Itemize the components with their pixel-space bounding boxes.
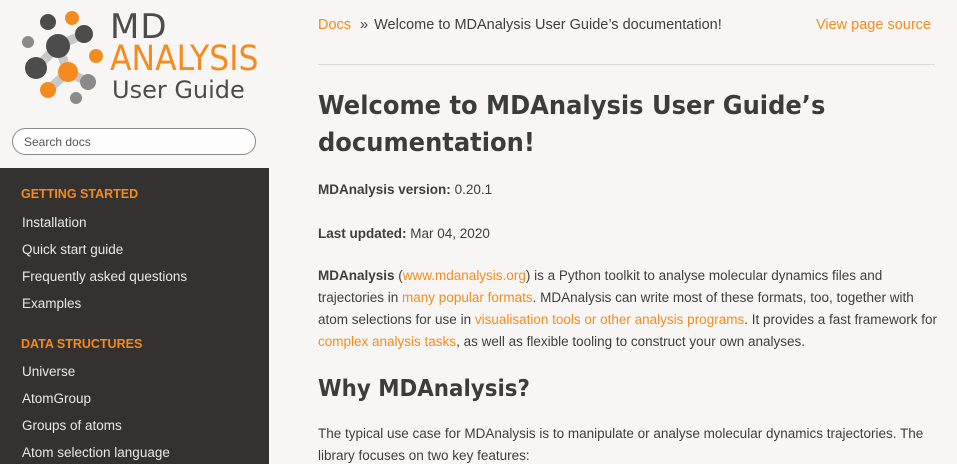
nav-item-universe[interactable]: Universe — [0, 358, 269, 385]
breadcrumb-docs-link[interactable]: Docs — [318, 17, 351, 33]
intro-paragraph: MDAnalysis (www.mdanalysis.org) is a Pyt… — [318, 265, 943, 353]
nav-list-getting-started: Installation Quick start guide Frequentl… — [0, 209, 269, 317]
nav-item-groups-of-atoms[interactable]: Groups of atoms — [0, 412, 269, 439]
search-input[interactable] — [13, 129, 255, 154]
mdanalysis-logo[interactable]: MD ANALYSIS User Guide — [18, 6, 259, 110]
breadcrumb-separator: » — [360, 17, 369, 33]
popular-formats-link[interactable]: many popular formats — [402, 290, 533, 305]
version-line: MDAnalysis version: 0.20.1 — [318, 179, 943, 201]
last-updated-label: Last updated: — [318, 226, 407, 241]
last-updated-value: Mar 04, 2020 — [410, 226, 490, 241]
nav-caption-getting-started: GETTING STARTED — [21, 187, 139, 201]
why-paragraph: The typical use case for MDAnalysis is t… — [318, 426, 924, 463]
why-mdanalysis-heading: Why MDAnalysis? — [318, 376, 530, 402]
main-content: Docs » Welcome to MDAnalysis User Guide’s … — [269, 0, 957, 464]
nav-item-installation[interactable]: Installation — [0, 209, 269, 236]
mdanalysis-org-link[interactable]: www.mdanalysis.org — [403, 268, 526, 283]
version-value: 0.20.1 — [454, 182, 493, 197]
nav-item-atom-selection-language[interactable]: Atom selection language — [0, 439, 269, 464]
intro-text-5: , as well as flexible tooling to constru… — [456, 334, 805, 349]
molecule-logo-icon — [22, 11, 103, 104]
breadcrumb: Docs » Welcome to MDAnalysis User Guide’s … — [318, 17, 931, 37]
sidebar-nav: GETTING STARTED Installation Quick start… — [0, 168, 269, 464]
visualisation-tools-link[interactable]: visualisation tools or other analysis pr… — [475, 312, 744, 327]
breadcrumb-current: Welcome to MDAnalysis User Guide’s docum… — [374, 17, 722, 33]
last-updated-line: Last updated: Mar 04, 2020 — [318, 223, 943, 245]
nav-item-quick-start-guide[interactable]: Quick start guide — [0, 236, 269, 263]
intro-text-1: ( — [394, 268, 403, 283]
intro-text-4: . It provides a fast framework for — [744, 312, 938, 327]
logo-wordmark: MD ANALYSIS User Guide — [110, 10, 275, 102]
nav-item-examples[interactable]: Examples — [0, 290, 269, 317]
nav-caption-data-structures: DATA STRUCTURES — [21, 337, 143, 351]
logo-analysis-text: ANALYSIS — [110, 39, 259, 79]
header-divider — [318, 64, 935, 65]
page-title: Welcome to MDAnalysis User Guide’s docum… — [318, 91, 826, 158]
nav-item-atomgroup[interactable]: AtomGroup — [0, 385, 269, 412]
sidebar: MD ANALYSIS User Guide GETTING STARTED I… — [0, 0, 269, 464]
search-box — [12, 128, 256, 155]
logo-user-guide-text: User Guide — [112, 76, 245, 104]
logo-md-text: MD — [110, 7, 168, 47]
complex-analysis-tasks-link[interactable]: complex analysis tasks — [318, 334, 456, 349]
nav-item-faq[interactable]: Frequently asked questions — [0, 263, 269, 290]
view-page-source-link[interactable]: View page source — [816, 17, 931, 33]
intro-name: MDAnalysis — [318, 268, 395, 283]
version-label: MDAnalysis version: — [318, 182, 451, 197]
sidebar-header: MD ANALYSIS User Guide — [0, 0, 269, 168]
